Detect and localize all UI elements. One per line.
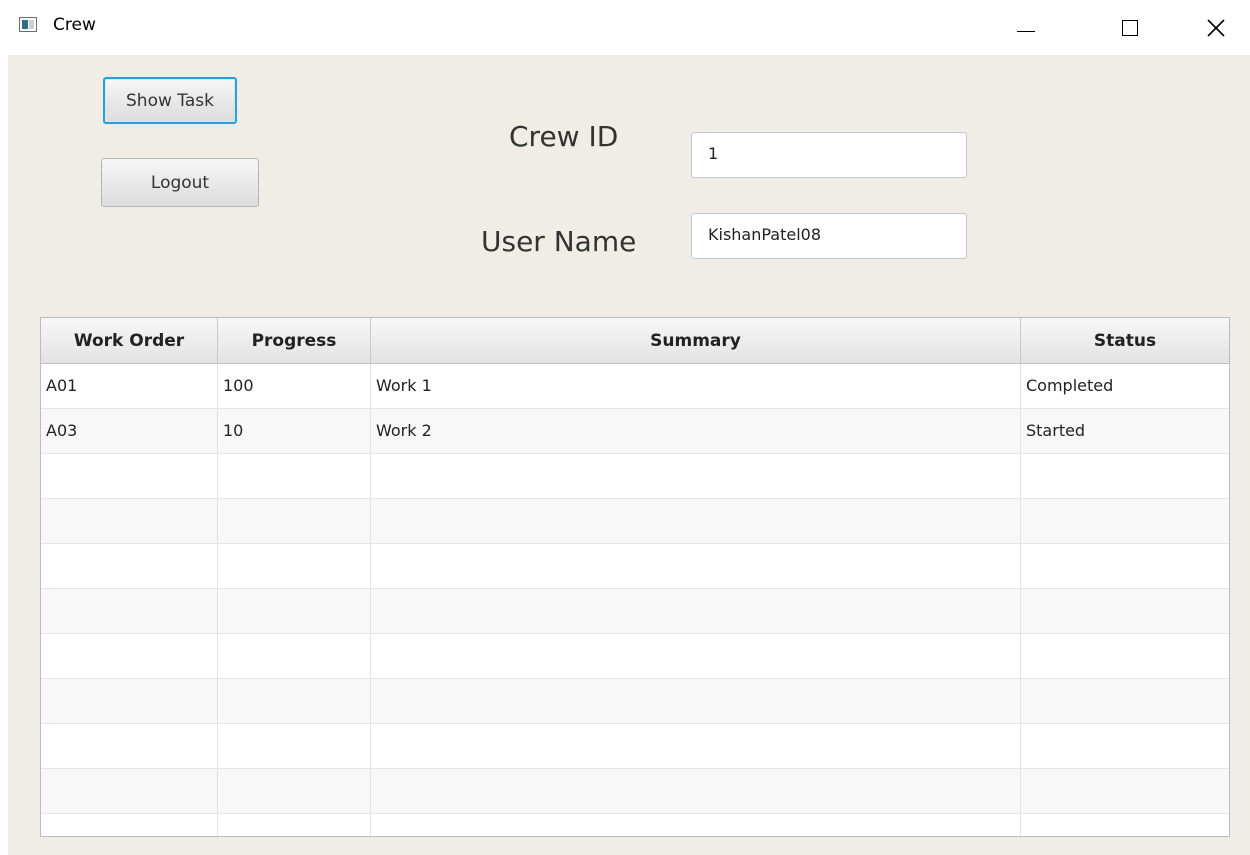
empty-row (41, 634, 1229, 679)
app-icon (19, 17, 37, 32)
crew-id-field[interactable]: 1 (691, 132, 967, 178)
minimize-button[interactable] (1000, 0, 1052, 55)
column-header-progress[interactable]: Progress (218, 318, 371, 363)
cell-summary: Work 1 (371, 364, 1021, 408)
table-row[interactable]: A01 100 Work 1 Completed (41, 364, 1229, 409)
minimize-icon (1017, 31, 1035, 32)
empty-row (41, 769, 1229, 814)
cell-status: Started (1026, 421, 1086, 440)
close-icon (1207, 18, 1225, 37)
cell-work-order: A03 (41, 409, 218, 453)
table-header: Work Order Progress Summary Status (41, 318, 1229, 364)
user-name-label: User Name (481, 225, 637, 258)
crew-id-label: Crew ID (509, 120, 619, 153)
window-content: Show Task Logout Crew ID 1 User Name Kis… (8, 55, 1250, 855)
work-order-table[interactable]: Work Order Progress Summary Status A01 1… (40, 317, 1230, 837)
cell-progress: 10 (218, 409, 371, 453)
close-button[interactable] (1190, 0, 1242, 55)
empty-row (41, 544, 1229, 589)
empty-row (41, 679, 1229, 724)
column-header-work-order[interactable]: Work Order (41, 318, 218, 363)
maximize-icon (1122, 19, 1138, 36)
empty-row (41, 589, 1229, 634)
column-header-status[interactable]: Status (1021, 318, 1229, 363)
cell-progress: 100 (218, 364, 371, 408)
column-header-summary[interactable]: Summary (371, 318, 1021, 363)
empty-row (41, 454, 1229, 499)
cell-status: Completed (1026, 376, 1114, 395)
user-name-field[interactable]: KishanPatel08 (691, 213, 967, 259)
maximize-button[interactable] (1104, 0, 1156, 55)
cell-work-order: A01 (41, 364, 218, 408)
table-row[interactable]: A03 10 Work 2 Started (41, 409, 1229, 454)
logout-button[interactable]: Logout (101, 158, 259, 207)
cell-summary: Work 2 (371, 409, 1021, 453)
show-task-button[interactable]: Show Task (103, 77, 237, 124)
empty-row (41, 814, 1229, 836)
window-title: Crew (53, 15, 96, 35)
title-bar: Crew (0, 0, 1250, 55)
empty-row (41, 499, 1229, 544)
empty-row (41, 724, 1229, 769)
